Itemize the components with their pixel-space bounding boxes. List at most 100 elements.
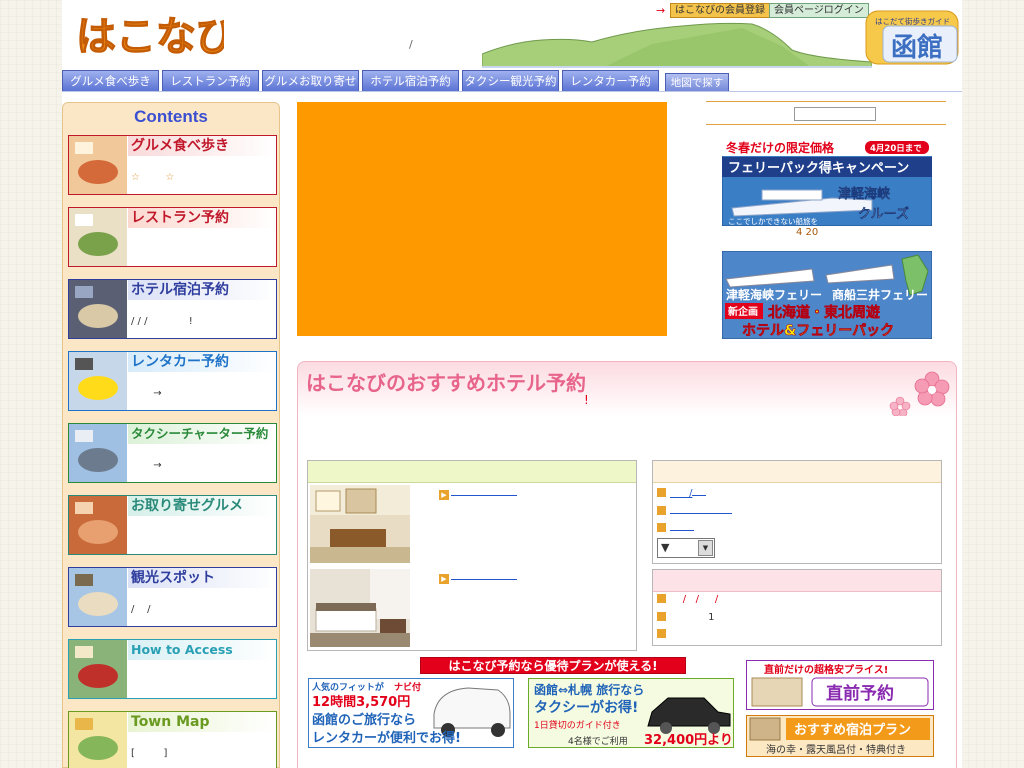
hakonavi-logo[interactable]: はこなび (74, 8, 224, 62)
recommended-plan-banner[interactable]: おすすめ宿泊プラン 海の幸・露天風呂付・特典付き (746, 715, 934, 757)
rental-line4: レンタカーが便利でお得! (312, 730, 461, 746)
sidebar-card-photo[interactable] (69, 496, 127, 554)
chevron-down-icon[interactable]: ▼ (698, 540, 713, 556)
sidebar-card-8[interactable]: How to Access (68, 639, 277, 699)
osusume-line2: 海の幸・露天風呂付・特典付き (766, 743, 906, 756)
hotel-info-row-1[interactable]: / / / (657, 594, 718, 606)
ferry-campaign-banner[interactable]: 冬春だけの限定価格 4月20日まで フェリーパック得キャンペーン 津軽海峡 クル… (722, 138, 932, 226)
hotel-list-header (308, 461, 636, 483)
sidebar-card-5[interactable]: タクシーチャーター予約 → (68, 423, 277, 483)
sidebar-card-photo[interactable] (69, 424, 127, 482)
sidebar-card-photo[interactable] (69, 568, 127, 626)
sidebar-card-title[interactable]: グルメ食べ歩き (128, 136, 276, 156)
area-select[interactable]: ▼ ▼ (657, 538, 715, 558)
header-slash: / (409, 38, 413, 51)
rental-line3: 函館のご旅行なら (312, 712, 416, 728)
hotel-link-1-text[interactable] (451, 487, 517, 496)
sidebar-card-6[interactable]: お取り寄せグルメ (68, 495, 277, 555)
sidebar-card-title[interactable]: How to Access (128, 640, 276, 660)
sidebar-card-photo[interactable] (69, 136, 127, 194)
hotel-search-link-2[interactable] (657, 505, 732, 517)
ferry2-line4: ホテル&フェリーパック (742, 323, 894, 339)
sidebar-card-title[interactable]: お取り寄せグルメ (128, 496, 276, 516)
promo-label: はこなび予約なら優待プランが使える! (420, 657, 686, 674)
sidebar-card-3[interactable]: ホテル宿泊予約 / / / ! (68, 279, 277, 339)
nav-tab-restaurant[interactable]: レストラン予約 (162, 70, 259, 91)
sidebar-card-photo[interactable] (69, 712, 127, 768)
nav-tab-rentacar[interactable]: レンタカー予約 (562, 70, 659, 91)
last-minute-booking-banner[interactable]: 直前だけの超格安プライス! 直前予約 (746, 660, 934, 710)
sidebar-card-7[interactable]: 観光スポット / / (68, 567, 277, 627)
hotel-search-link-2-text[interactable] (670, 505, 732, 514)
taxi-line4: 4名様でご利用 (568, 735, 628, 747)
sidebar-card-title[interactable]: 観光スポット (128, 568, 276, 588)
guide-big-text: 函館 (891, 32, 943, 63)
hakodate-guide-badge[interactable]: はこだて街歩きガイド 函館 (865, 10, 959, 65)
main-nav: グルメ食べ歩き レストラン予約 グルメお取り寄せ ホテル宿泊予約 タクシー観光予… (62, 70, 962, 92)
sidebar-card-title[interactable]: レストラン予約 (128, 208, 276, 228)
hotel-section-header: はこなびのおすすめホテル予約 ! (297, 361, 957, 417)
arrow-icon: ▶ (439, 490, 449, 500)
hotel-search-link-3[interactable] (657, 522, 694, 534)
hotel-link-1[interactable]: ▶ (439, 487, 517, 500)
nav-tab-taxi[interactable]: タクシー観光予約 (462, 70, 559, 91)
taxi-price: 32,400円より (644, 733, 733, 748)
chokuzen-line1: 直前だけの超格安プライス! (764, 663, 888, 676)
arrow-icon (657, 523, 666, 532)
rental-line1: 人気のフィットが (311, 681, 385, 693)
taxi-line1: 函館⇔札幌 旅行なら (534, 682, 644, 697)
sidebar-card-photo[interactable] (69, 280, 127, 338)
sidebar-card-2[interactable]: レストラン予約 (68, 207, 277, 267)
rentacar-banner[interactable]: 人気のフィットが ナビ付 12時間3,570円 函館のご旅行なら レンタカーが便… (308, 678, 514, 748)
sidebar-card-photo[interactable] (69, 352, 127, 410)
divider (706, 124, 946, 125)
logo-text: はこなび (76, 14, 224, 60)
taxi-banner[interactable]: 函館⇔札幌 旅行なら タクシーがお得! 1日貸切のガイド付き 4名様でご利用 3… (528, 678, 734, 748)
hotel-search-link-1[interactable]: / (657, 487, 707, 499)
hotel-search-link-3-text[interactable] (670, 522, 694, 531)
nav-tab-otoriyose[interactable]: グルメお取り寄せ (262, 70, 359, 91)
sidebar-card-1[interactable]: グルメ食べ歩き ☆ ☆ (68, 135, 277, 195)
sidebar-card-photo[interactable] (69, 208, 127, 266)
ferry1-line3: 津軽海峡 (838, 186, 891, 202)
ferry1-line2: フェリーパック得キャンペーン (728, 160, 909, 176)
ferry1-small: ここでしかできない船旅を (728, 216, 818, 226)
register-arrow-icon: → (656, 4, 666, 17)
nav-tab-map[interactable]: 地図で探す (665, 73, 729, 91)
ferry-hotel-pack-banner[interactable]: 津軽海峡フェリー 商船三井フェリー 新企画 北海道・東北周遊 ホテル&フェリーパ… (722, 251, 932, 339)
taxi-line3: 1日貸切のガイド付き (534, 719, 621, 731)
nav-tab-gourmet[interactable]: グルメ食べ歩き (62, 70, 159, 91)
arrow-icon (657, 612, 666, 621)
member-login-button[interactable]: 会員ページログイン (769, 3, 869, 18)
hotel-info-box: / / / 1 (652, 569, 942, 646)
hotel-info-row-1-text[interactable]: / / / (670, 594, 719, 605)
sidebar-card-photo[interactable] (69, 640, 127, 698)
sidebar-card-title[interactable]: Town Map (128, 712, 276, 732)
ferry2-tag: 新企画 (728, 305, 758, 318)
hotel-room-photo-2[interactable] (310, 569, 410, 647)
hotel-info-header (653, 570, 941, 592)
ferry1-badge: 4月20日まで (870, 144, 922, 154)
ferry1-note: 4 20 (796, 227, 819, 238)
hotel-info-row-3[interactable] (657, 629, 670, 641)
osusume-line1: おすすめ宿泊プラン (794, 722, 911, 738)
arrow-icon (657, 629, 666, 638)
hotel-info-row-2[interactable]: 1 (657, 612, 715, 624)
hotel-room-photo-1[interactable] (310, 485, 410, 563)
nav-tab-hotel[interactable]: ホテル宿泊予約 (362, 70, 459, 91)
sidebar-card-title[interactable]: レンタカー予約 (128, 352, 276, 372)
sidebar-card-title[interactable]: ホテル宿泊予約 (128, 280, 276, 300)
sidebar-card-9[interactable]: Town Map [ ] (68, 711, 277, 768)
sidebar-card-4[interactable]: レンタカー予約 → (68, 351, 277, 411)
hotel-link-2-text[interactable] (451, 571, 517, 580)
hotel-search-link-1-text[interactable]: / (670, 488, 692, 499)
area-select-value: ▼ (661, 541, 670, 554)
sidebar-card-title[interactable]: タクシーチャーター予約 (128, 424, 276, 444)
member-register-button[interactable]: はこなびの会員登録 (670, 3, 770, 18)
rental-line2: 12時間3,570円 (312, 694, 410, 710)
sidebar-card-description: ☆ ☆ (131, 172, 175, 183)
search-input[interactable] (794, 107, 876, 121)
advertisement-box[interactable] (297, 102, 667, 336)
hotel-info-row-2-text[interactable]: 1 (670, 612, 714, 623)
hotel-link-2[interactable]: ▶ (439, 571, 517, 584)
